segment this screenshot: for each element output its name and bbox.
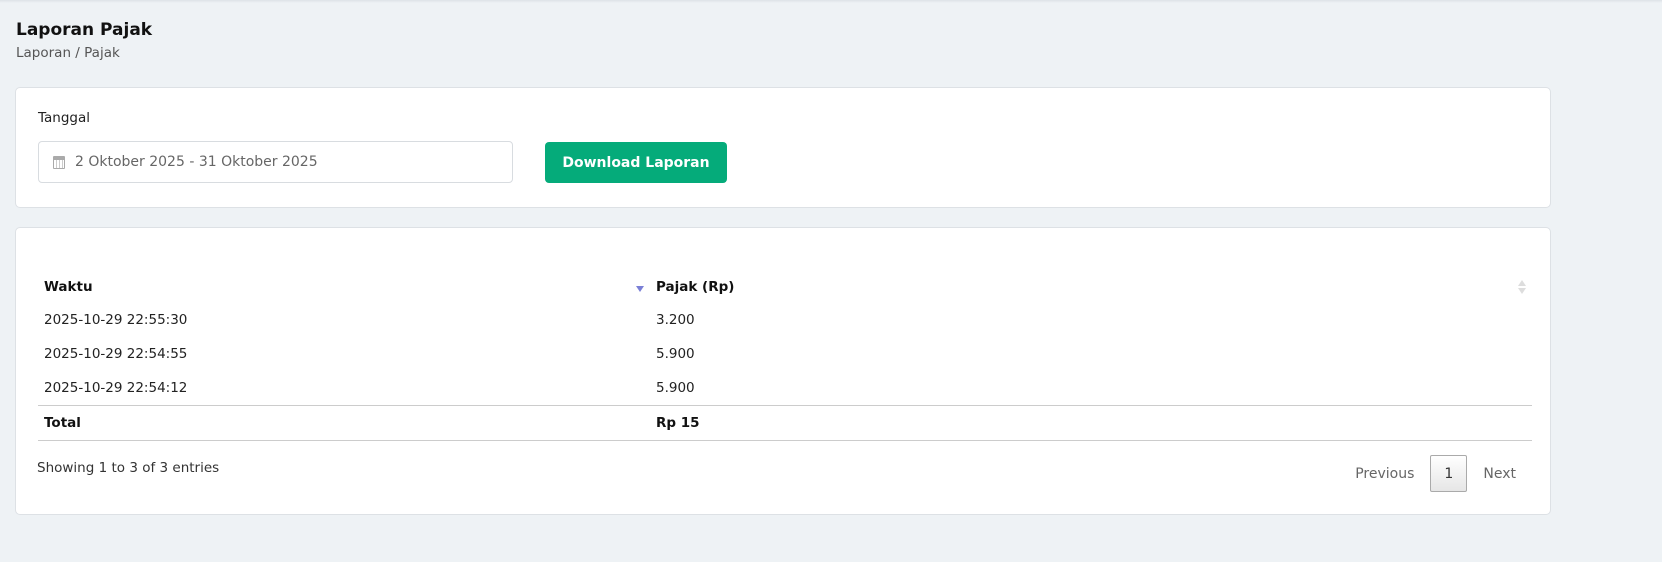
- page-1-button[interactable]: 1: [1430, 455, 1468, 492]
- cell-tax: 5.900: [656, 346, 695, 362]
- tax-table: Waktu Pajak (Rp) 2025-10-29 22:55:30 3.20…: [38, 271, 1532, 441]
- calendar-icon: [53, 155, 65, 169]
- total-label: Total: [38, 405, 650, 441]
- column-header-pajak[interactable]: Pajak (Rp): [650, 271, 1532, 303]
- cell-time: 2025-10-29 22:55:30: [44, 312, 188, 328]
- cell-tax: 3.200: [656, 312, 695, 328]
- next-button[interactable]: Next: [1467, 466, 1532, 482]
- date-range-input[interactable]: 2 Oktober 2025 - 31 Oktober 2025: [38, 141, 513, 183]
- cell-time: 2025-10-29 22:54:12: [44, 380, 188, 396]
- date-label: Tanggal: [38, 110, 91, 126]
- column-header-waktu[interactable]: Waktu: [38, 271, 650, 303]
- column-label: Waktu: [44, 279, 93, 295]
- table-row: 2025-10-29 22:54:12 5.900: [38, 371, 1532, 406]
- date-range-value: 2 Oktober 2025 - 31 Oktober 2025: [75, 154, 318, 170]
- table-card: Waktu Pajak (Rp) 2025-10-29 22:55:30 3.20…: [15, 227, 1551, 515]
- table-row: 2025-10-29 22:54:55 5.900: [38, 337, 1532, 371]
- filter-card: Tanggal 2 Oktober 2025 - 31 Oktober 2025…: [15, 87, 1551, 208]
- cell-time: 2025-10-29 22:54:55: [44, 346, 188, 362]
- table-row: 2025-10-29 22:55:30 3.200: [38, 303, 1532, 337]
- total-row: Total Rp 15: [38, 405, 1532, 441]
- sort-icon: [1518, 280, 1526, 294]
- top-shadow: [0, 0, 1662, 3]
- total-value: Rp 15: [650, 405, 1532, 441]
- cell-tax: 5.900: [656, 380, 695, 396]
- previous-button[interactable]: Previous: [1339, 466, 1430, 482]
- download-report-button[interactable]: Download Laporan: [545, 142, 727, 183]
- column-label: Pajak (Rp): [656, 279, 735, 295]
- breadcrumb: Laporan / Pajak: [16, 45, 120, 61]
- page-title: Laporan Pajak: [16, 20, 153, 40]
- pagination: Previous 1 Next: [1339, 455, 1532, 492]
- entries-info: Showing 1 to 3 of 3 entries: [37, 460, 220, 476]
- sort-desc-icon: [636, 286, 644, 292]
